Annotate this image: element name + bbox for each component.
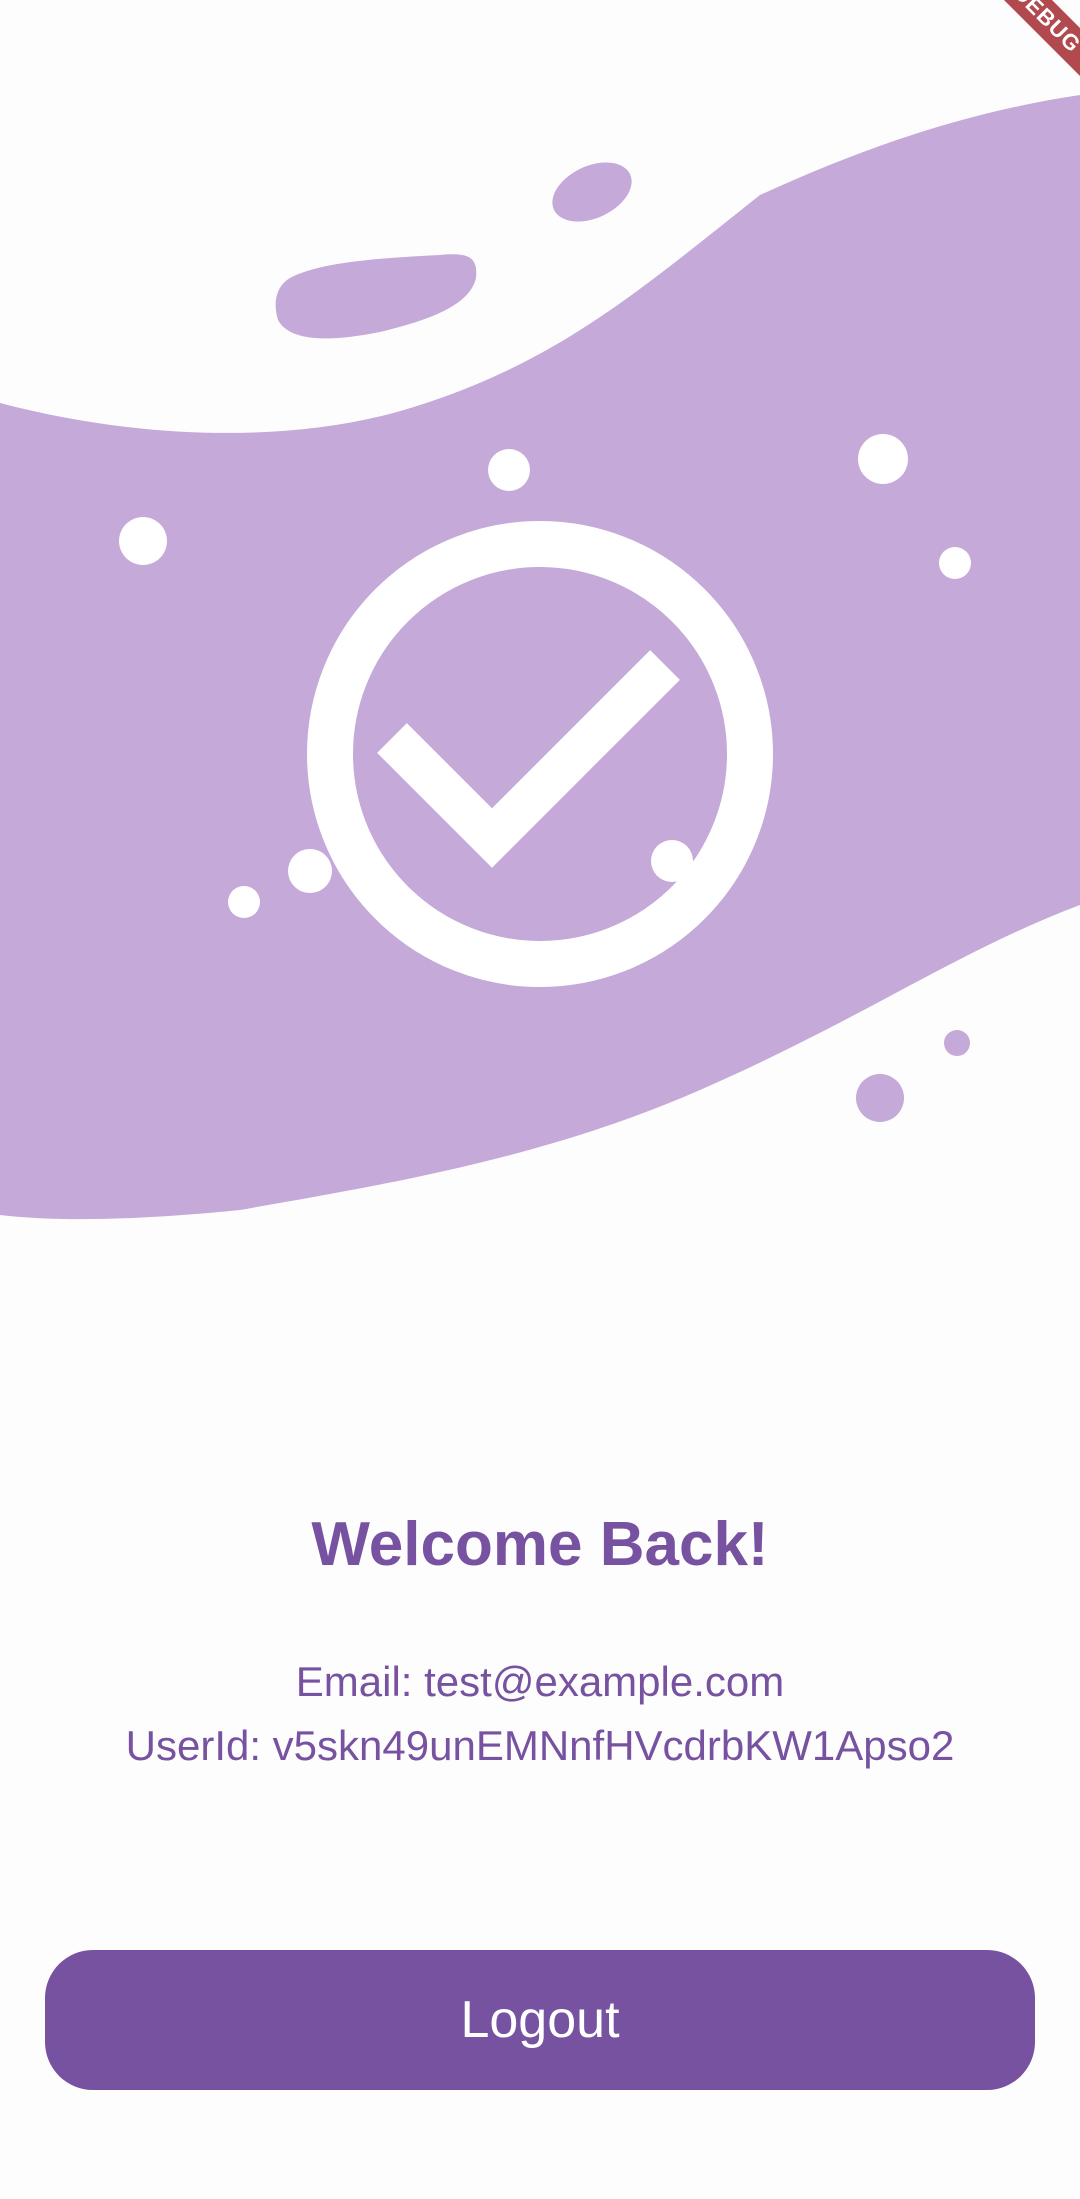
user-info: Email: test@example.com UserId: v5skn49u…: [0, 1650, 1080, 1778]
dot-white-3: [858, 434, 908, 484]
blob-dot-bottom-2: [944, 1030, 970, 1056]
success-illustration: [0, 95, 1080, 1220]
userid-text: UserId: v5skn49unEMNnfHVcdrbKW1Apso2: [125, 1722, 955, 1769]
welcome-title: Welcome Back!: [311, 1510, 769, 1579]
blob-small-top: [552, 162, 632, 222]
logout-button[interactable]: Logout: [45, 1950, 1035, 2090]
dot-white-2: [488, 449, 530, 491]
blob-dot-bottom-1: [856, 1074, 904, 1122]
email-text: Email: test@example.com: [295, 1658, 785, 1705]
dot-white-6: [288, 849, 332, 893]
wave-band: [0, 95, 1080, 1220]
success-screen: DEBUG Welcome Back! Email: test@example.…: [0, 0, 1080, 2199]
blob-large: [275, 254, 477, 339]
dot-white-5: [228, 886, 260, 918]
dot-white-1: [119, 517, 167, 565]
dot-white-4: [939, 547, 971, 579]
